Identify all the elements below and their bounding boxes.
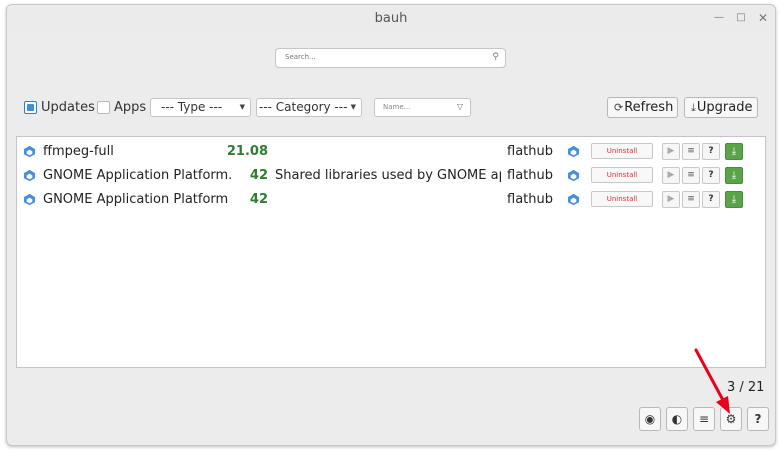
name-filter-input[interactable]: Name... ▽ (374, 98, 471, 117)
search-icon[interactable]: ⚲ (492, 52, 499, 62)
help-icon: ? (754, 412, 762, 426)
flatpak-icon (567, 169, 580, 182)
menu-icon[interactable]: ≡ (682, 191, 700, 208)
table-row: GNOME Application Platform... 42 Shared … (17, 164, 765, 188)
pagination-count: 3 / 21 (727, 380, 765, 395)
type-filter-select[interactable]: --- Type --- ▼ (150, 98, 251, 117)
package-repo: flathub (507, 144, 553, 159)
flatpak-icon (567, 193, 580, 206)
refresh-icon: ⟳ (614, 101, 624, 114)
package-name: GNOME Application Platform ... (43, 192, 233, 207)
main-menu-button[interactable]: ≡ (693, 407, 715, 431)
chevron-down-icon: ▼ (239, 103, 245, 111)
table-row: GNOME Application Platform ... 42 flathu… (17, 188, 765, 212)
uninstall-button[interactable]: Uninstall (591, 167, 653, 183)
menu-icon: ≡ (698, 412, 710, 426)
play-icon[interactable]: ▶ (662, 167, 680, 184)
package-repo: flathub (507, 168, 553, 183)
package-description: Shared libraries used by GNOME app... (275, 168, 501, 183)
play-icon[interactable]: ▶ (662, 143, 680, 160)
type-filter-label: --- Type --- (161, 100, 223, 114)
uninstall-button[interactable]: Uninstall (591, 191, 653, 207)
flatpak-icon (23, 193, 36, 206)
minimize-icon[interactable]: — (712, 11, 726, 25)
settings-button[interactable]: ⚙ (720, 407, 742, 431)
updates-label: Updates (41, 100, 95, 115)
search-input[interactable] (283, 52, 482, 62)
download-icon[interactable]: ⤓ (725, 191, 743, 208)
refresh-button[interactable]: ⟳Refresh (607, 97, 678, 118)
chevron-down-icon: ▼ (350, 103, 356, 111)
maximize-icon[interactable]: □ (734, 11, 748, 25)
package-table: ffmpeg-full 21.08 flathub Uninstall ▶ ≡ … (16, 136, 766, 368)
package-version: 21.08 (226, 144, 268, 159)
themes-button[interactable]: ◐ (666, 407, 688, 431)
upgrade-label: Upgrade (696, 100, 753, 115)
package-version: 42 (249, 168, 268, 183)
filter-icon: ▽ (456, 102, 463, 111)
updates-checkbox[interactable] (24, 101, 37, 114)
menu-icon[interactable]: ≡ (682, 143, 700, 160)
refresh-label: Refresh (624, 100, 674, 115)
upgrade-button[interactable]: ⤓Upgrade (684, 97, 758, 118)
filter-bar: Updates Apps --- Type --- ▼ --- Category… (7, 97, 775, 120)
apps-checkbox[interactable] (97, 101, 110, 114)
download-icon[interactable]: ⤓ (725, 143, 743, 160)
lightbulb-icon: ◉ (644, 412, 656, 426)
window-title: bauh (374, 11, 408, 26)
table-row: ffmpeg-full 21.08 flathub Uninstall ▶ ≡ … (17, 140, 765, 164)
search-box[interactable]: ⚲ (275, 48, 506, 68)
help-icon[interactable]: ? (702, 191, 720, 208)
menu-icon[interactable]: ≡ (682, 167, 700, 184)
apps-label: Apps (114, 100, 147, 115)
palette-icon: ◐ (671, 412, 683, 426)
title-bar: bauh — □ ✕ (7, 5, 775, 34)
about-button[interactable]: ? (747, 407, 769, 431)
app-window: bauh — □ ✕ ⚲ Updates Apps --- Type --- ▼… (6, 4, 776, 446)
name-filter-placeholder: Name... (383, 103, 411, 111)
flatpak-icon (567, 145, 580, 158)
download-icon[interactable]: ⤓ (725, 167, 743, 184)
flatpak-icon (23, 169, 36, 182)
category-filter-label: --- Category --- (259, 100, 348, 114)
close-icon[interactable]: ✕ (756, 11, 770, 25)
help-icon[interactable]: ? (702, 143, 720, 160)
uninstall-button[interactable]: Uninstall (591, 143, 653, 159)
package-repo: flathub (507, 192, 553, 207)
category-filter-select[interactable]: --- Category --- ▼ (256, 98, 362, 117)
flatpak-icon (23, 145, 36, 158)
package-version: 42 (249, 192, 268, 207)
package-name: GNOME Application Platform... (43, 168, 233, 183)
help-icon[interactable]: ? (702, 167, 720, 184)
gear-icon: ⚙ (725, 412, 737, 426)
play-icon[interactable]: ▶ (662, 191, 680, 208)
download-icon: ⤓ (691, 101, 696, 114)
tips-button[interactable]: ◉ (639, 407, 661, 431)
package-name: ffmpeg-full (43, 144, 114, 159)
